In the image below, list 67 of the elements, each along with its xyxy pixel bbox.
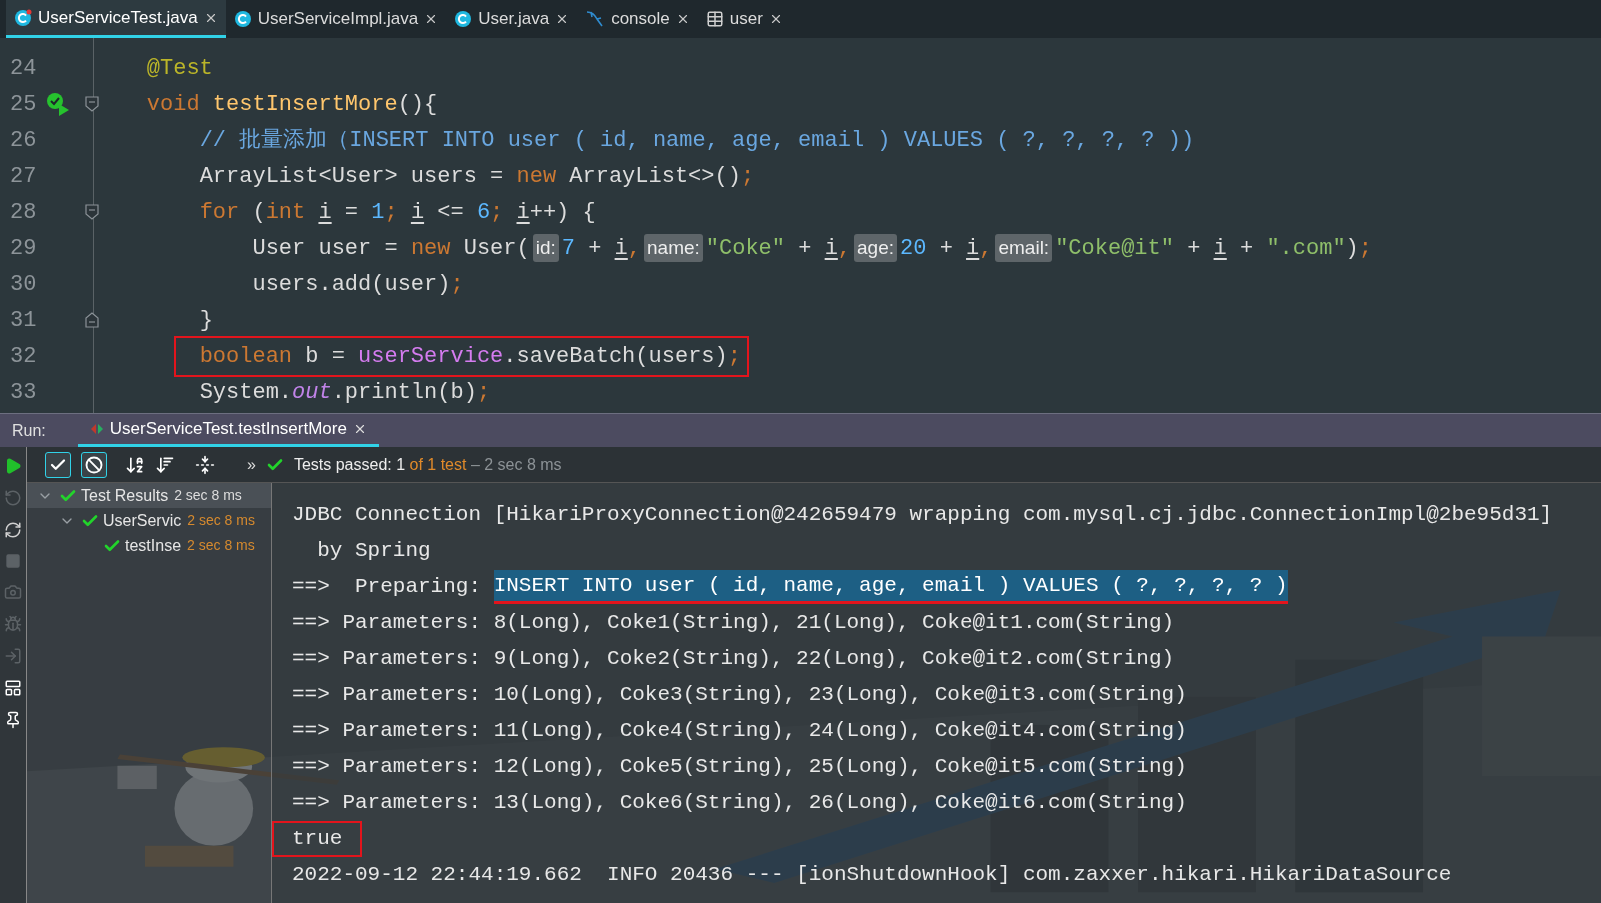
code-text: "Coke@it" + i + ".com"); bbox=[1055, 234, 1372, 263]
line-number: 30 bbox=[9, 270, 38, 299]
console-line: ==> Parameters: 12(Long), Coke5(String), 25(Long), Coke@it5.com(String) bbox=[292, 754, 1187, 781]
console-line: by Spring bbox=[316, 538, 431, 565]
toggle-icon[interactable] bbox=[4, 521, 22, 539]
line-number: 26 bbox=[9, 126, 38, 155]
code-text: "Coke" + i, bbox=[705, 234, 852, 263]
line-number: 29 bbox=[9, 234, 38, 263]
test-tree-item[interactable]: testInse 2 sec 8 ms bbox=[27, 533, 271, 558]
console-line: ==> Parameters: 10(Long), Coke3(String), 23(Long), Coke@it3.com(String) bbox=[292, 682, 1187, 709]
layout-icon[interactable] bbox=[4, 679, 22, 697]
run-icon[interactable] bbox=[4, 457, 22, 475]
expand-all-icon[interactable] bbox=[195, 454, 215, 475]
test-tree-item[interactable]: Test Results 2 sec 8 ms bbox=[27, 483, 271, 508]
fold-icon[interactable] bbox=[85, 204, 99, 220]
console-line: ==> Parameters: 13(Long), Coke6(String), 26(Long), Coke@it6.com(String) bbox=[292, 790, 1187, 817]
line-number: 24 bbox=[9, 54, 38, 83]
editor-tab[interactable]: User.java bbox=[446, 0, 578, 38]
test-tree-item[interactable]: UserServic 2 sec 8 ms bbox=[27, 508, 271, 533]
code-line: // 批量添加（INSERT INTO user ( id, name, age, email ) VALUES ( ?, ?, ?, ? )) bbox=[199, 126, 1195, 155]
ban-icon bbox=[85, 455, 103, 474]
code-text: 7 + i, bbox=[561, 234, 641, 263]
editor-tab[interactable]: UserServiceImpl.java bbox=[225, 0, 447, 38]
code-line: users.add(user); bbox=[252, 270, 464, 299]
console-line: ==> Parameters: 8(Long), Coke1(String), 21(Long), Coke@it1.com(String) bbox=[292, 610, 1175, 637]
console-line: 2022-09-12 22:44:19.662 INFO 20436 --- [ionShutdownHook] com.zaxxer.hikari.HikariDataSource bbox=[292, 862, 1452, 889]
run-label: Run: bbox=[11, 420, 47, 441]
parameter-hint: name: bbox=[644, 234, 703, 262]
line-number: 31 bbox=[9, 306, 38, 335]
code-line: for (int i = 1; i <= 6; i++) { bbox=[199, 198, 596, 227]
console-text: ==> Preparing: bbox=[292, 574, 483, 601]
line-number: 27 bbox=[9, 162, 38, 191]
run-test-icon[interactable] bbox=[46, 92, 70, 116]
parameter-hint: id: bbox=[532, 234, 559, 262]
code-line: ArrayList<User> users = new ArrayList<>(); bbox=[199, 162, 755, 191]
line-number: 28 bbox=[9, 198, 38, 227]
console-line: ==> Parameters: 11(Long), Coke4(String), 24(Long), Coke@it4.com(String) bbox=[292, 718, 1187, 745]
code-line: void testInsertMore(){ bbox=[146, 90, 438, 119]
selected-text: INSERT INTO user ( id, name, age, email ) VALUES ( ?, ?, ?, ? ) bbox=[493, 569, 1288, 605]
code-text: 20 + i, bbox=[900, 234, 993, 263]
table-icon bbox=[705, 10, 724, 28]
parameter-hint: email: bbox=[995, 234, 1053, 262]
more-button[interactable]: » bbox=[247, 452, 256, 477]
class-icon bbox=[233, 10, 252, 28]
editor-tab[interactable]: UserServiceTest.java bbox=[6, 0, 226, 38]
editor-tab[interactable]: console bbox=[577, 0, 698, 38]
editor-tab[interactable]: user bbox=[697, 0, 791, 38]
console-line: JDBC Connection [HikariProxyConnection@242659479 wrapping com.mysql.cj.jdbc.ConnectionImpl@2be95d31] bbox=[292, 502, 1553, 529]
parameter-hint: age: bbox=[854, 234, 898, 262]
pin-icon[interactable] bbox=[4, 711, 22, 729]
console-line: ==> Parameters: 9(Long), Coke2(String), 22(Long), Coke@it2.com(String) bbox=[292, 646, 1175, 673]
line-number: 33 bbox=[9, 378, 38, 407]
fold-icon[interactable] bbox=[85, 96, 99, 112]
code-text: User user = new User( bbox=[252, 234, 530, 263]
class-icon bbox=[14, 8, 32, 27]
fold-icon[interactable] bbox=[85, 312, 99, 328]
code-line: } bbox=[199, 306, 213, 335]
class-icon bbox=[454, 10, 473, 28]
line-number: 32 bbox=[9, 342, 38, 371]
code-line: @Test bbox=[146, 54, 213, 83]
line-number: 25 bbox=[9, 90, 38, 119]
show-ignored-button[interactable] bbox=[81, 451, 107, 478]
run-config-icon bbox=[89, 422, 104, 436]
test-status: Tests passed: 1 of 1 test – 2 sec 8 ms bbox=[293, 454, 562, 475]
dolphin-icon bbox=[585, 10, 606, 28]
show-passed-button[interactable] bbox=[45, 451, 71, 478]
code-line: System.out.println(b); bbox=[199, 378, 491, 407]
